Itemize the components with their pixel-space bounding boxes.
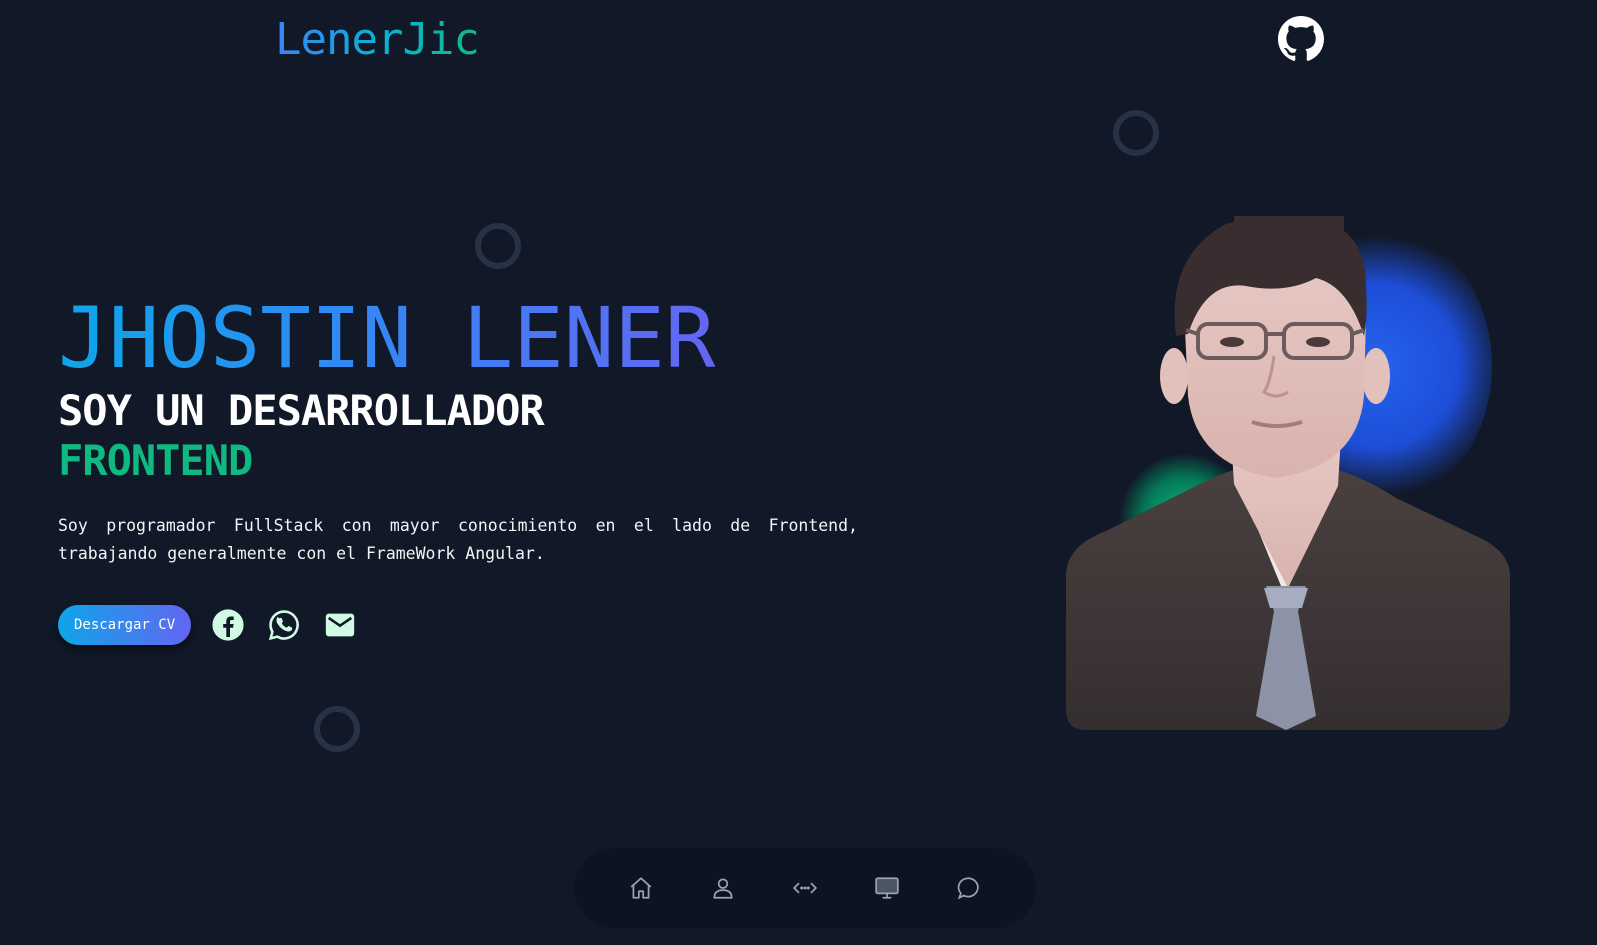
bottom-nav — [574, 848, 1036, 928]
site-logo[interactable]: LenerJic — [275, 14, 480, 65]
mail-icon[interactable] — [321, 606, 359, 644]
hero-description: Soy programador FullStack con mayor cono… — [58, 516, 858, 563]
home-icon[interactable] — [621, 868, 661, 908]
decorative-ring — [475, 223, 521, 269]
hero-actions: Descargar CV — [58, 605, 377, 645]
hero-subtitle: SOY UN DESARROLLADOR — [58, 386, 545, 435]
facebook-icon[interactable] — [209, 606, 247, 644]
whatsapp-icon[interactable] — [265, 606, 303, 644]
chat-icon[interactable] — [949, 868, 989, 908]
profile-photo — [1066, 216, 1510, 730]
github-icon[interactable] — [1278, 16, 1324, 62]
decorative-ring — [1113, 110, 1159, 156]
decorative-ring — [314, 706, 360, 752]
user-icon[interactable] — [703, 868, 743, 908]
download-cv-button[interactable]: Descargar CV — [58, 605, 192, 645]
monitor-icon[interactable] — [867, 868, 907, 908]
code-icon[interactable] — [785, 868, 825, 908]
hero-role: FRONTEND — [58, 436, 253, 485]
hero-name: JHOSTIN LENER — [58, 289, 716, 387]
